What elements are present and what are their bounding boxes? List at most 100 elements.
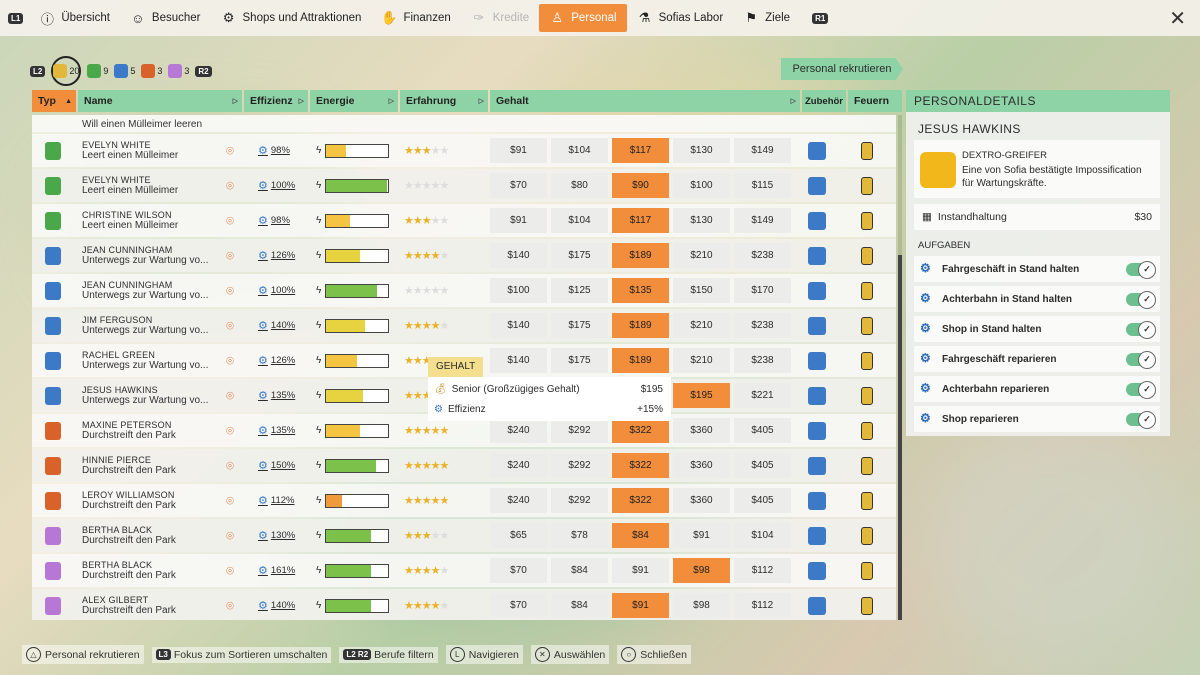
salary-option[interactable]: $140: [490, 243, 547, 268]
locate-pin-icon[interactable]: ⌾: [223, 554, 237, 587]
salary-option[interactable]: $84: [551, 593, 608, 618]
salary-option[interactable]: $221: [734, 383, 791, 408]
task-toggle[interactable]: [1126, 320, 1156, 339]
salary-option[interactable]: $170: [734, 278, 791, 303]
salary-option[interactable]: $125: [551, 278, 608, 303]
locate-pin-icon[interactable]: ⌾: [223, 309, 237, 342]
salary-option[interactable]: $130: [673, 138, 730, 163]
task-toggle[interactable]: [1126, 260, 1156, 279]
equipment-icon[interactable]: [806, 519, 828, 552]
recruit-staff-button[interactable]: Personal rekrutieren: [781, 58, 903, 80]
table-scrollbar[interactable]: [898, 115, 902, 620]
column-header-fire[interactable]: Feuern: [848, 90, 902, 112]
salary-option[interactable]: $238: [734, 313, 791, 338]
salary-option[interactable]: $360: [673, 453, 730, 478]
task-row[interactable]: ⚙ Fahrgeschäft reparieren: [914, 346, 1160, 372]
locate-pin-icon[interactable]: ⌾: [223, 379, 237, 412]
table-row[interactable]: JIM FERGUSON Unterwegs zur Wartung vo... ⌾…: [32, 309, 896, 342]
scroll-thumb[interactable]: [898, 255, 902, 620]
salary-option[interactable]: $240: [490, 488, 547, 513]
salary-option[interactable]: $322: [612, 453, 669, 478]
salary-option[interactable]: $84: [612, 523, 669, 548]
salary-option[interactable]: $189: [612, 313, 669, 338]
locate-pin-icon[interactable]: ⌾: [223, 134, 237, 167]
table-row[interactable]: LEROY WILLIAMSON Durchstreift den Park ⌾ ⚙ 1…: [32, 484, 896, 517]
salary-option[interactable]: $175: [551, 313, 608, 338]
table-row-partial[interactable]: Will einen Mülleimer leeren: [32, 115, 896, 132]
salary-option[interactable]: $210: [673, 243, 730, 268]
salary-option[interactable]: $91: [673, 523, 730, 548]
table-row[interactable]: EVELYN WHITE Leert einen Mülleimer ⌾ ⚙ 100% ϟ…: [32, 169, 896, 202]
salary-option[interactable]: $240: [490, 418, 547, 443]
salary-option[interactable]: $91: [612, 558, 669, 583]
salary-option[interactable]: $292: [551, 453, 608, 478]
table-row[interactable]: JEAN CUNNINGHAM Unterwegs zur Wartung vo.…: [32, 274, 896, 307]
salary-option[interactable]: $130: [673, 208, 730, 233]
column-header-typ[interactable]: Typ ▲: [32, 90, 76, 112]
salary-option[interactable]: $210: [673, 348, 730, 373]
equipment-icon[interactable]: [806, 414, 828, 447]
close-icon[interactable]: ✕: [1169, 6, 1186, 31]
filter-chip-0[interactable]: 20: [51, 56, 82, 86]
task-toggle[interactable]: [1126, 350, 1156, 369]
locate-pin-icon[interactable]: ⌾: [223, 344, 237, 377]
task-toggle[interactable]: [1126, 380, 1156, 399]
equipment-icon[interactable]: [806, 204, 828, 237]
nav-tab-3[interactable]: ✋ Finanzen: [371, 4, 460, 32]
salary-option[interactable]: $322: [612, 488, 669, 513]
locate-pin-icon[interactable]: ⌾: [223, 589, 237, 620]
salary-option[interactable]: $405: [734, 453, 791, 478]
salary-option[interactable]: $112: [734, 558, 791, 583]
salary-option[interactable]: $405: [734, 418, 791, 443]
salary-option[interactable]: $405: [734, 488, 791, 513]
nav-tab-6[interactable]: ⚗ Sofias Labor: [627, 4, 734, 32]
nav-tab-1[interactable]: ☺ Besucher: [120, 4, 211, 32]
task-row[interactable]: ⚙ Achterbahn reparieren: [914, 376, 1160, 402]
salary-option[interactable]: $117: [612, 138, 669, 163]
salary-option[interactable]: $84: [551, 558, 608, 583]
salary-option[interactable]: $292: [551, 488, 608, 513]
equipment-card[interactable]: DEXTRO-GREIFER Eine von Sofia bestätigte…: [914, 140, 1160, 198]
equipment-icon[interactable]: [806, 554, 828, 587]
task-toggle[interactable]: [1126, 410, 1156, 429]
locate-pin-icon[interactable]: ⌾: [223, 449, 237, 482]
salary-option[interactable]: $135: [612, 278, 669, 303]
salary-option[interactable]: $104: [551, 138, 608, 163]
salary-option[interactable]: $100: [673, 173, 730, 198]
fire-staff-icon[interactable]: [858, 344, 876, 377]
equipment-icon[interactable]: [806, 344, 828, 377]
salary-option[interactable]: $322: [612, 418, 669, 443]
salary-option[interactable]: $149: [734, 138, 791, 163]
salary-option[interactable]: $112: [734, 593, 791, 618]
salary-option[interactable]: $238: [734, 348, 791, 373]
fire-staff-icon[interactable]: [858, 239, 876, 272]
salary-option[interactable]: $149: [734, 208, 791, 233]
column-header-salary[interactable]: Gehalt ▷: [490, 90, 800, 112]
table-row[interactable]: HINNIE PIERCE Durchstreift den Park ⌾ ⚙ 150%…: [32, 449, 896, 482]
salary-option[interactable]: $91: [612, 593, 669, 618]
task-row[interactable]: ⚙ Shop reparieren: [914, 406, 1160, 432]
salary-option[interactable]: $90: [612, 173, 669, 198]
locate-pin-icon[interactable]: ⌾: [223, 169, 237, 202]
table-row[interactable]: JEAN CUNNINGHAM Unterwegs zur Wartung vo.…: [32, 239, 896, 272]
salary-option[interactable]: $117: [612, 208, 669, 233]
salary-option[interactable]: $140: [490, 313, 547, 338]
salary-option[interactable]: $70: [490, 558, 547, 583]
fire-staff-icon[interactable]: [858, 379, 876, 412]
fire-staff-icon[interactable]: [858, 204, 876, 237]
salary-option[interactable]: $98: [673, 593, 730, 618]
fire-staff-icon[interactable]: [858, 484, 876, 517]
task-row[interactable]: ⚙ Fahrgeschäft in Stand halten: [914, 256, 1160, 282]
filter-chip-1[interactable]: 9: [87, 64, 108, 78]
salary-option[interactable]: $104: [551, 208, 608, 233]
locate-pin-icon[interactable]: ⌾: [223, 484, 237, 517]
table-row[interactable]: EVELYN WHITE Leert einen Mülleimer ⌾ ⚙ 98% ϟ ★…: [32, 134, 896, 167]
salary-option[interactable]: $360: [673, 488, 730, 513]
table-row[interactable]: BERTHA BLACK Durchstreift den Park ⌾ ⚙ 130% ϟ…: [32, 519, 896, 552]
salary-option[interactable]: $78: [551, 523, 608, 548]
fire-staff-icon[interactable]: [858, 309, 876, 342]
salary-option[interactable]: $240: [490, 453, 547, 478]
locate-pin-icon[interactable]: ⌾: [223, 519, 237, 552]
salary-option[interactable]: $238: [734, 243, 791, 268]
salary-option[interactable]: $189: [612, 243, 669, 268]
